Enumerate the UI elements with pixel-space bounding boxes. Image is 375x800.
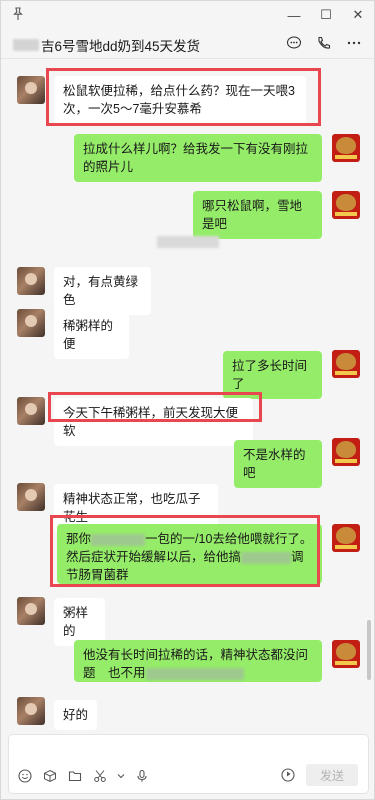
self-avatar[interactable] [332,191,360,219]
message-bubble[interactable]: 今天下午稀粥样，前天发现大便软 [54,398,253,446]
self-avatar[interactable] [332,640,360,668]
more-chat-icon[interactable] [286,35,302,51]
contact-avatar[interactable] [17,76,45,104]
contact-avatar[interactable] [17,397,45,425]
message-list[interactable]: 松鼠软便拉稀，给点什么药？现在一天喂3次，一次5～7毫升安慕希 拉成什么样儿啊？… [1,60,374,730]
message-bubble[interactable]: 不是水样的 吧 [234,440,322,488]
redacted-text [241,551,292,564]
contact-avatar[interactable] [17,597,45,625]
message-input[interactable]: 发送 [8,734,369,794]
scrollbar[interactable] [367,620,371,680]
redacted-text [145,667,244,680]
self-avatar[interactable] [332,438,360,466]
chat-header: 吉6号雪地dd奶到45天发货 [1,29,374,59]
message-text: 那你 [66,532,92,546]
sticker-icon[interactable] [280,767,296,783]
scissors-icon[interactable] [92,768,108,784]
emoji-icon[interactable] [17,768,33,784]
message-bubble[interactable]: 稀粥样的便 [54,311,129,359]
contact-avatar[interactable] [17,483,45,511]
minimize-button[interactable]: — [278,1,310,29]
chevron-down-icon[interactable] [117,768,125,784]
pin-icon[interactable] [11,7,25,21]
contact-avatar[interactable] [17,267,45,295]
maximize-button[interactable]: ☐ [310,1,342,29]
message-bubble[interactable]: 他没有长时间拉稀的话，精神状态都没问题 也不用 [74,640,322,682]
contact-avatar[interactable] [17,697,45,725]
message-bubble[interactable]: 对，有点黄绿色 [54,267,151,315]
message-bubble[interactable]: 粥样的 [54,598,105,646]
title-bar: — ☐ ✕ [1,1,374,29]
chat-window: — ☐ ✕ 吉6号雪地dd奶到45天发货 松鼠软便拉稀，给点什么药？现在一天喂3… [0,0,375,800]
message-bubble[interactable]: 松鼠软便拉稀，给点什么药？现在一天喂3次，一次5～7毫升安慕希 [54,76,306,124]
chat-title: 吉6号雪地dd奶到45天发货 [41,39,201,54]
message-bubble[interactable]: 哪只松鼠啊，雪地是吧 [193,191,322,239]
redacted-text [91,533,146,546]
box-icon[interactable] [42,768,58,784]
message-bubble[interactable]: 好的 [54,700,97,730]
message-bubble[interactable]: 拉成什么样儿啊？给我发一下有没有刚拉的照片儿 [74,134,322,182]
more-options-icon[interactable] [346,35,362,51]
self-avatar[interactable] [332,350,360,378]
mic-icon[interactable] [134,768,150,784]
input-area: 发送 [1,730,374,799]
self-avatar[interactable] [332,134,360,162]
redacted-timestamp [157,236,219,248]
contact-avatar[interactable] [17,309,45,337]
redacted-name [13,39,39,51]
send-button[interactable]: 发送 [306,764,358,786]
folder-icon[interactable] [67,768,83,784]
self-avatar[interactable] [332,524,360,552]
close-button[interactable]: ✕ [342,1,374,29]
call-icon[interactable] [316,35,332,51]
message-bubble[interactable]: 拉了多长时间了 [223,351,322,399]
message-bubble[interactable]: 那你 一包的一/10去给他喂就行了。然后症状开始缓解以后，给他搞 调节肠胃菌群 [57,524,322,584]
